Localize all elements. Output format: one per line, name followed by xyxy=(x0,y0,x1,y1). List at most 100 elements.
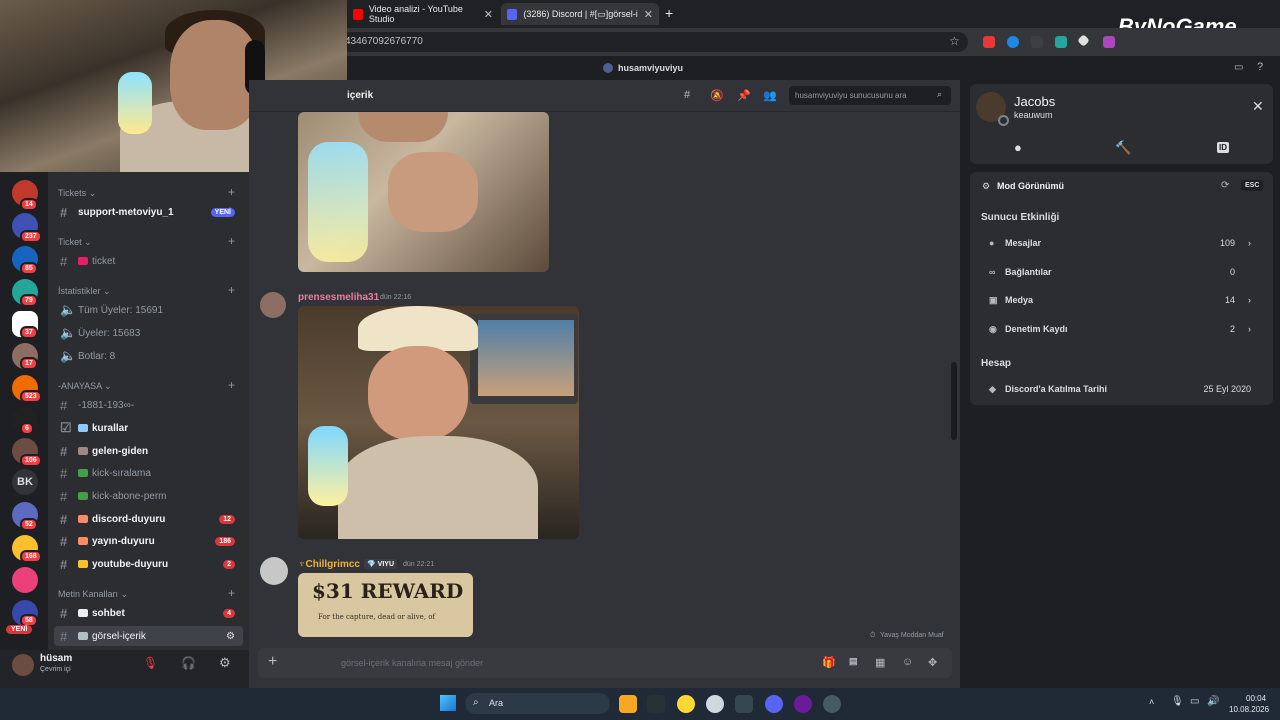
tab-discord[interactable]: (3286) Discord | #[▭]görsel-i... ✕ xyxy=(501,3,659,25)
channel-discord-duyuru[interactable]: # discord-duyuru 12 xyxy=(54,509,243,529)
refresh-icon[interactable]: ⟳ xyxy=(1221,180,1229,191)
message-author[interactable]: ♆Chillgrimcc xyxy=(298,559,360,570)
category-metin-kanallari[interactable]: Metin Kanalları ⌄ xyxy=(58,589,128,600)
channel-stat-bots[interactable]: 🔈 Botlar: 8 xyxy=(54,346,243,366)
clock-date[interactable]: 10.08.2026 xyxy=(1229,705,1269,714)
channel-label: ticket xyxy=(92,255,116,267)
channel-stat-members[interactable]: 🔈 Tüm Üyeler: 15691 xyxy=(54,300,243,320)
channel-youtube-duyuru[interactable]: # youtube-duyuru 2 xyxy=(54,554,243,574)
tray-chevron-up-icon[interactable]: ˄ xyxy=(1149,697,1154,707)
category-tickets[interactable]: Tickets ⌄ xyxy=(58,188,96,199)
extension-icon[interactable] xyxy=(1055,36,1067,48)
gif-icon[interactable]: ▤ xyxy=(849,656,858,667)
sticker-icon[interactable]: ▦ xyxy=(875,656,885,669)
activity-row-media[interactable]: ▣ Medya 14 › xyxy=(989,290,1251,310)
avatar[interactable] xyxy=(260,292,286,318)
close-tab-icon[interactable]: ✕ xyxy=(644,8,653,21)
bookmark-star-icon[interactable]: ☆ xyxy=(949,34,960,48)
mic-muted-icon[interactable]: 🎙 xyxy=(143,656,158,670)
terminal-icon[interactable] xyxy=(647,695,665,713)
channel-kurallar[interactable]: ☑ kurallar xyxy=(54,418,243,438)
message-author[interactable]: prensesmeliha31 xyxy=(298,292,379,303)
add-channel-icon[interactable]: + xyxy=(228,234,235,248)
emoji-icon xyxy=(78,632,88,640)
message-image[interactable] xyxy=(298,306,579,539)
close-icon[interactable]: ✕ xyxy=(1252,98,1264,115)
channel-kick-abone[interactable]: # kick-abone-perm xyxy=(54,486,243,506)
channel-yayin-duyuru[interactable]: # yayın-duyuru 186 xyxy=(54,531,243,551)
category-ticket[interactable]: Ticket ⌄ xyxy=(58,237,92,248)
server-badge: 106 xyxy=(20,454,42,467)
add-channel-icon[interactable]: + xyxy=(228,586,235,600)
app-icon[interactable] xyxy=(706,695,724,713)
app-icon[interactable] xyxy=(735,695,753,713)
channel-support[interactable]: # support-metoviyu_1 YENİ xyxy=(54,202,243,222)
activity-row-messages[interactable]: ● Mesajlar 109 › xyxy=(989,233,1251,253)
app-icon[interactable] xyxy=(823,695,841,713)
message-bubble-icon[interactable]: ● xyxy=(1014,140,1022,155)
add-channel-icon[interactable]: + xyxy=(228,378,235,392)
taskbar-search[interactable] xyxy=(465,693,610,714)
user-settings-icon[interactable]: ⚙ xyxy=(219,655,231,671)
settings-icon[interactable]: ⚙ xyxy=(226,631,235,642)
activity-row-audit-log[interactable]: ◉ Denetim Kaydı 2 › xyxy=(989,319,1251,339)
file-explorer-icon[interactable] xyxy=(619,695,637,713)
add-channel-icon[interactable]: + xyxy=(228,185,235,199)
extension-icon[interactable] xyxy=(1031,36,1043,48)
category-anayasa[interactable]: -ANAYASA ⌄ xyxy=(58,381,112,392)
microphone-icon[interactable]: 🎙 xyxy=(1171,696,1184,707)
member-list-icon[interactable]: 👥 xyxy=(763,89,777,102)
channel-kick-siralama[interactable]: # kick-sıralama xyxy=(54,463,243,483)
app-icon[interactable] xyxy=(794,695,812,713)
chrome-icon[interactable] xyxy=(677,695,695,713)
channel-stat-users[interactable]: 🔈 Üyeler: 15683 xyxy=(54,323,243,343)
hash-icon: # xyxy=(60,533,68,549)
server-icon[interactable]: BK xyxy=(12,469,38,495)
discord-taskbar-icon[interactable] xyxy=(765,695,783,713)
extension-icon[interactable] xyxy=(1007,36,1019,48)
channel-ticket[interactable]: # ticket xyxy=(54,251,243,271)
mod-shield-icon: ⚙ xyxy=(982,181,991,191)
avatar[interactable] xyxy=(12,654,34,676)
adblock-extension-icon[interactable] xyxy=(983,36,995,48)
add-channel-icon[interactable]: + xyxy=(228,283,235,297)
message-image[interactable] xyxy=(298,112,549,272)
new-servers-pill[interactable]: YENİ xyxy=(6,625,33,634)
channel-anayasa-year[interactable]: # -1881-193∞- xyxy=(54,395,243,415)
attach-plus-icon[interactable]: + xyxy=(268,653,277,671)
channel-label: sohbet xyxy=(92,607,125,619)
clock-time[interactable]: 00:04 xyxy=(1246,694,1266,703)
server-badge: 14 xyxy=(20,198,38,211)
emoji-picker-icon[interactable]: ☺ xyxy=(902,656,913,668)
category-istatistikler[interactable]: İstatistikler ⌄ xyxy=(58,286,111,297)
channel-label: -1881-193∞- xyxy=(78,399,135,411)
tab-youtube-studio[interactable]: Video analizi - YouTube Studio ✕ xyxy=(347,3,499,25)
avatar[interactable] xyxy=(260,557,288,585)
hammer-icon[interactable]: 🔨 xyxy=(1115,140,1131,156)
volume-icon[interactable]: 🔊 xyxy=(1207,696,1219,707)
threads-icon[interactable]: # xyxy=(684,89,690,101)
channel-gorsel-icerik[interactable]: # görsel-içerik ⚙ xyxy=(54,626,243,646)
server-icon[interactable] xyxy=(12,567,38,593)
help-icon[interactable]: ? xyxy=(1257,61,1263,73)
apps-icon[interactable]: ✥ xyxy=(928,656,937,669)
gift-icon[interactable]: 🎁 xyxy=(822,656,836,669)
esc-button[interactable]: ESC xyxy=(1241,180,1264,191)
pin-icon[interactable]: 📌 xyxy=(737,89,751,102)
channel-sohbet[interactable]: # sohbet 4 xyxy=(54,603,243,623)
extension-icon[interactable] xyxy=(1103,36,1115,48)
network-icon[interactable]: ▭ xyxy=(1190,696,1199,707)
close-tab-icon[interactable]: ✕ xyxy=(484,8,493,21)
audit-log-icon: ◉ xyxy=(989,323,997,334)
notification-bell-icon[interactable]: 🔕 xyxy=(710,89,724,102)
inbox-icon[interactable]: ▭ xyxy=(1234,62,1243,73)
windows-start-icon[interactable] xyxy=(440,695,456,711)
url-field[interactable] xyxy=(340,32,968,52)
chat-scrollbar[interactable] xyxy=(951,362,957,440)
id-icon[interactable]: ID xyxy=(1217,142,1229,153)
new-tab-button[interactable]: + xyxy=(665,5,673,21)
headphones-icon[interactable]: 🎧 xyxy=(181,656,196,670)
search-icon[interactable]: ⌕ xyxy=(937,89,942,100)
channel-gelen-giden[interactable]: # gelen-giden xyxy=(54,441,243,461)
message-image[interactable]: $31 REWARD For the capture, dead or aliv… xyxy=(298,573,473,637)
